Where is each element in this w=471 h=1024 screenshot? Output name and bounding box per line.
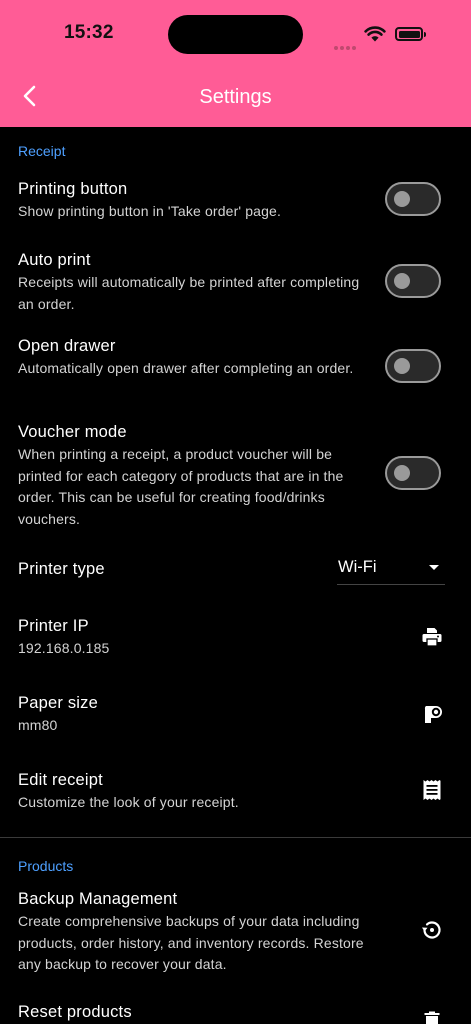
page-title: Settings xyxy=(199,86,272,108)
open-drawer-toggle[interactable] xyxy=(385,349,441,383)
setting-title: Printer type xyxy=(18,560,105,578)
battery-icon xyxy=(395,27,426,41)
toggle-knob xyxy=(394,358,410,374)
voucher-mode-toggle[interactable] xyxy=(385,456,441,490)
wifi-icon xyxy=(364,26,386,42)
setting-subtitle: Customize the look of your receipt. xyxy=(18,794,239,810)
setting-title: Voucher mode xyxy=(18,423,127,441)
dynamic-island xyxy=(168,15,303,54)
status-bar: 15:32 xyxy=(0,0,471,62)
dropdown-caret-icon xyxy=(429,565,439,570)
setting-subtitle: Show printing button in 'Take order' pag… xyxy=(18,203,282,219)
setting-title: Open drawer xyxy=(18,337,116,355)
setting-subtitle: Automatically open drawer after completi… xyxy=(18,360,354,376)
paper-roll-icon[interactable] xyxy=(420,702,444,726)
status-time: 15:32 xyxy=(64,22,114,43)
toggle-knob xyxy=(394,191,410,207)
section-header-receipt: Receipt xyxy=(18,143,66,159)
auto-print-toggle[interactable] xyxy=(385,264,441,298)
signal-dots-icon xyxy=(334,37,358,50)
toggle-knob xyxy=(394,465,410,481)
section-divider xyxy=(0,837,471,838)
setting-title: Edit receipt xyxy=(18,771,103,789)
trash-icon[interactable] xyxy=(420,1010,444,1024)
setting-subtitle: mm80 xyxy=(18,717,58,733)
setting-subtitle: Receipts will automatically be printed a… xyxy=(18,274,360,312)
printing-button-toggle[interactable] xyxy=(385,182,441,216)
receipt-icon[interactable] xyxy=(420,778,444,802)
toggle-knob xyxy=(394,273,410,289)
setting-title: Printer IP xyxy=(18,617,89,635)
setting-title: Printing button xyxy=(18,180,128,198)
app-bar: Settings xyxy=(0,62,471,127)
setting-subtitle: Create comprehensive backups of your dat… xyxy=(18,913,364,972)
setting-title: Paper size xyxy=(18,694,98,712)
setting-subtitle: 192.168.0.185 xyxy=(18,640,110,656)
setting-subtitle: When printing a receipt, a product vouch… xyxy=(18,446,344,527)
setting-title: Backup Management xyxy=(18,890,178,908)
setting-title: Reset products xyxy=(18,1003,132,1021)
printer-type-dropdown[interactable]: Wi-Fi xyxy=(337,555,445,585)
restore-icon[interactable] xyxy=(420,918,444,942)
dropdown-value: Wi-Fi xyxy=(338,558,377,576)
setting-title: Auto print xyxy=(18,251,91,269)
printer-icon[interactable] xyxy=(420,625,444,649)
section-header-products: Products xyxy=(18,858,74,874)
